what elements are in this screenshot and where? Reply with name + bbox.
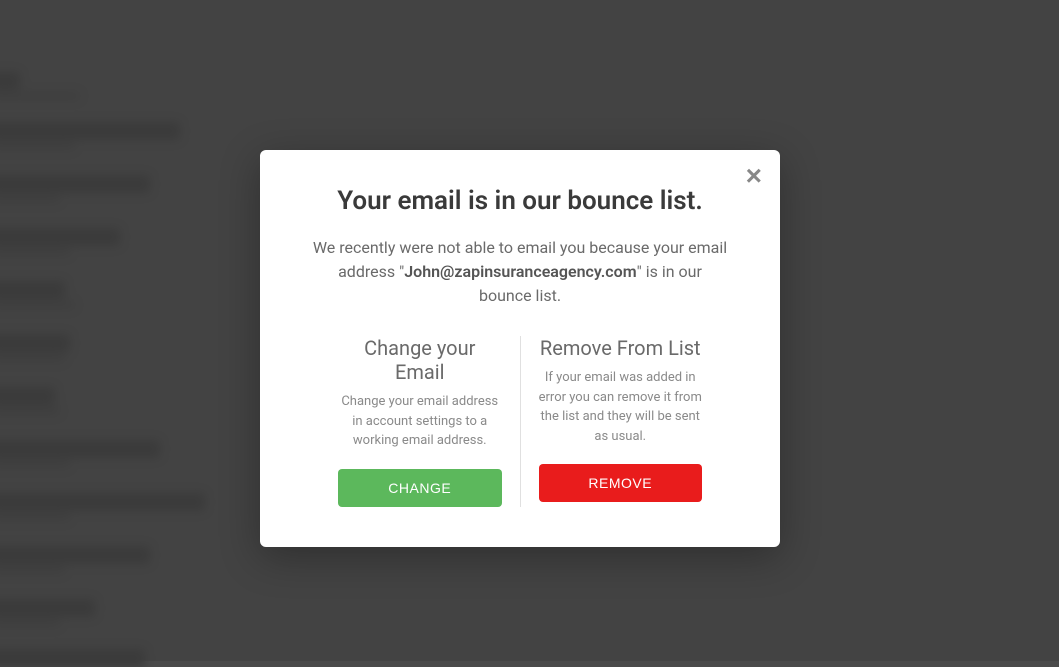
change-option-description: Change your email address in account set… [338, 392, 502, 451]
bounced-email: John@zapinsuranceagency.com [404, 262, 636, 281]
remove-option-description: If your email was added in error you can… [539, 368, 703, 446]
change-option-title: Change your Email [338, 336, 502, 384]
bounce-list-modal: × Your email is in our bounce list. We r… [260, 150, 780, 547]
remove-from-list-option: Remove From List If your email was added… [521, 336, 721, 507]
options-container: Change your Email Change your email addr… [295, 336, 745, 507]
remove-option-title: Remove From List [539, 336, 703, 360]
change-email-option: Change your Email Change your email addr… [320, 336, 521, 507]
modal-description: We recently were not able to email you b… [295, 236, 745, 308]
close-button[interactable]: × [746, 162, 762, 190]
modal-title: Your email is in our bounce list. [295, 186, 745, 216]
remove-button[interactable]: REMOVE [539, 464, 703, 502]
change-button[interactable]: CHANGE [338, 469, 502, 507]
